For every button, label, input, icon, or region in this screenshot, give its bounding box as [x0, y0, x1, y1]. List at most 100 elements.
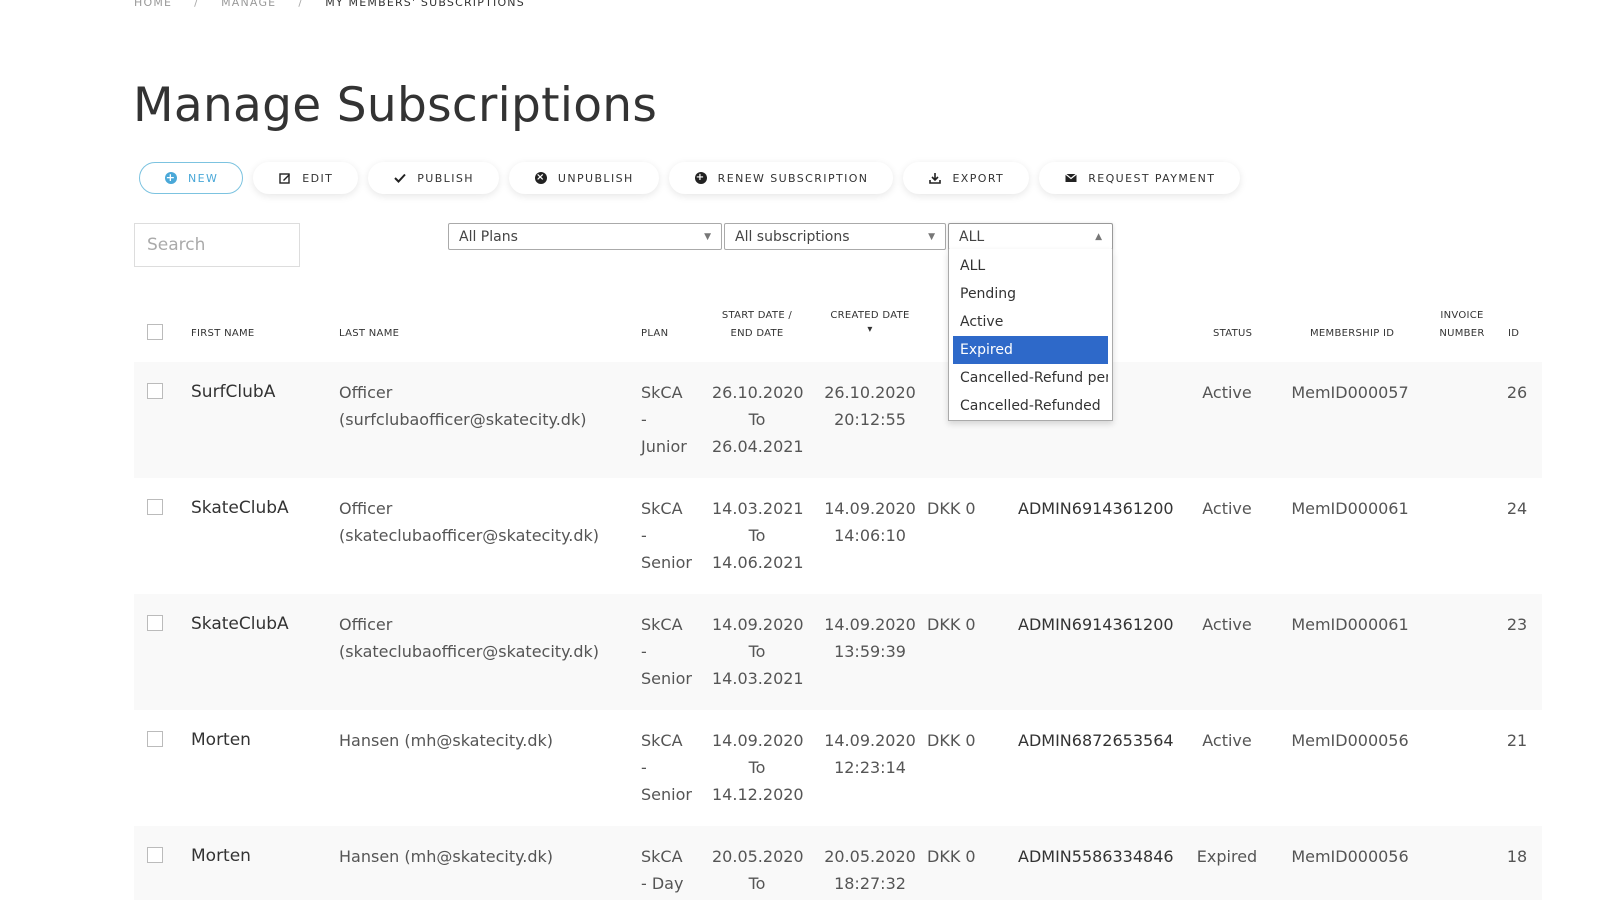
header-start-end-date[interactable]: START DATE / END DATE [712, 307, 802, 343]
header-last-name[interactable]: LAST NAME [339, 325, 399, 343]
date-range-cell: 20.05.2020 To [712, 843, 804, 897]
created-date: 14.09.2020 [824, 731, 916, 750]
status-option-cancelled-refund-pending[interactable]: Cancelled-Refund pending [953, 364, 1108, 392]
row-checkbox[interactable] [147, 847, 163, 863]
plan-line: SkCA [641, 615, 683, 634]
publish-button-label: PUBLISH [417, 171, 474, 185]
created-date-cell: 26.10.2020 20:12:55 [820, 379, 920, 433]
id-cell: 26 [1506, 383, 1528, 402]
id-cell: 23 [1506, 615, 1528, 634]
amount-cell: DKK 0 [927, 731, 976, 750]
status-dropdown-list: ALL Pending Active Expired Cancelled-Ref… [948, 249, 1113, 421]
plan-line: Junior [641, 437, 687, 456]
unpublish-button[interactable]: × UNPUBLISH [508, 162, 659, 194]
plan-line: SkCA [641, 499, 683, 518]
header-number-label: NUMBER [1439, 328, 1485, 339]
membership-id-cell: MemID000056 [1291, 731, 1409, 750]
new-button[interactable]: + NEW [139, 162, 244, 194]
first-name-cell: SkateClubA [191, 614, 289, 634]
last-name-text: Officer [339, 499, 393, 518]
status-filter-select[interactable]: ALL ▲ [948, 223, 1113, 250]
date-to-label: To [748, 874, 766, 893]
breadcrumb-manage[interactable]: MANAGE [221, 0, 276, 9]
id-cell: 24 [1506, 499, 1528, 518]
user-id-cell: ADMIN6914361200 [1018, 615, 1174, 634]
select-all-checkbox[interactable] [147, 324, 163, 340]
header-membership-id[interactable]: MEMBERSHIP ID [1310, 325, 1394, 343]
header-invoice-number[interactable]: INVOICE NUMBER [1432, 307, 1492, 343]
header-invoice-label: INVOICE [1440, 310, 1484, 321]
unpublish-button-label: UNPUBLISH [557, 171, 634, 185]
date-to-label: To [748, 642, 766, 661]
table-row[interactable]: SkateClubA Officer (skateclubaofficer@sk… [134, 478, 1542, 594]
request-payment-button[interactable]: REQUEST PAYMENT [1039, 162, 1241, 194]
status-option-cancelled-refunded[interactable]: Cancelled-Refunded [953, 392, 1108, 420]
row-checkbox[interactable] [147, 731, 163, 747]
download-icon [928, 171, 942, 185]
export-button[interactable]: EXPORT [903, 162, 1030, 194]
row-checkbox[interactable] [147, 499, 163, 515]
breadcrumb-current: MY MEMBERS' SUBSCRIPTIONS [325, 0, 525, 9]
subscriptions-filter-value: All subscriptions [735, 228, 850, 245]
start-date: 14.03.2021 [712, 499, 804, 518]
table-row[interactable]: SurfClubA Officer (surfclubaofficer@skat… [134, 362, 1542, 478]
last-name-text: Hansen (mh@skatecity.dk) [339, 731, 554, 750]
plan-line: Senior [641, 553, 692, 572]
row-checkbox[interactable] [147, 383, 163, 399]
edit-button-label: EDIT [302, 171, 334, 185]
user-id-cell: ADMIN6872653564 [1018, 731, 1174, 750]
status-option-all[interactable]: ALL [953, 252, 1108, 280]
header-created-date-label: CREATED DATE [830, 310, 910, 321]
last-name-text: Officer [339, 383, 393, 402]
plans-filter-select[interactable]: All Plans ▼ [448, 223, 722, 250]
start-date: 26.10.2020 [712, 383, 804, 402]
plans-filter-value: All Plans [459, 228, 518, 245]
renew-subscription-button[interactable]: + RENEW SUBSCRIPTION [668, 162, 894, 194]
date-range-cell: 26.10.2020 To 26.04.2021 [712, 379, 804, 460]
membership-id-cell: MemID000057 [1291, 383, 1409, 402]
status-option-pending[interactable]: Pending [953, 280, 1108, 308]
header-first-name[interactable]: FIRST NAME [191, 325, 255, 343]
status-option-active[interactable]: Active [953, 308, 1108, 336]
plan-line: SkCA [641, 731, 683, 750]
end-date: 14.12.2020 [712, 785, 804, 804]
plan-line: Senior [641, 669, 692, 688]
created-time: 20:12:55 [834, 410, 906, 429]
header-status[interactable]: STATUS [1213, 325, 1252, 343]
header-created-date[interactable]: CREATED DATE ▾ [820, 307, 920, 335]
subscriptions-filter-select[interactable]: All subscriptions ▼ [724, 223, 946, 250]
plan-line: - [641, 526, 647, 545]
date-range-cell: 14.09.2020 To 14.03.2021 [712, 611, 804, 692]
created-date: 26.10.2020 [824, 383, 916, 402]
search-input[interactable] [134, 223, 300, 267]
table-row[interactable]: SkateClubA Officer (skateclubaofficer@sk… [134, 594, 1542, 710]
id-cell: 18 [1506, 847, 1528, 866]
header-plan[interactable]: PLAN [641, 325, 668, 343]
edit-button[interactable]: EDIT [253, 162, 359, 194]
date-range-cell: 14.09.2020 To 14.12.2020 [712, 727, 804, 808]
row-checkbox[interactable] [147, 615, 163, 631]
publish-button[interactable]: PUBLISH [368, 162, 499, 194]
membership-id-cell: MemID000056 [1291, 847, 1409, 866]
edit-icon [278, 171, 292, 185]
export-button-label: EXPORT [952, 171, 1005, 185]
breadcrumb-separator: / [298, 0, 304, 9]
created-date: 14.09.2020 [824, 499, 916, 518]
header-id[interactable]: ID [1508, 325, 1519, 343]
created-date-cell: 20.05.2020 18:27:32 [820, 843, 920, 897]
table-row[interactable]: Morten Hansen (mh@skatecity.dk) SkCA - S… [134, 710, 1542, 826]
status-option-expired[interactable]: Expired [953, 336, 1108, 364]
plan-cell: SkCA - Senior [641, 727, 692, 808]
request-payment-button-label: REQUEST PAYMENT [1088, 171, 1216, 185]
last-name-cell: Officer (skateclubaofficer@skatecity.dk) [339, 495, 599, 549]
plan-line: - [641, 410, 647, 429]
breadcrumb-home[interactable]: HOME [134, 0, 172, 9]
status-cell: Active [1202, 499, 1252, 518]
created-time: 14:06:10 [834, 526, 906, 545]
first-name-cell: SurfClubA [191, 382, 276, 402]
last-name-cell: Hansen (mh@skatecity.dk) [339, 843, 553, 870]
table-row[interactable]: Morten Hansen (mh@skatecity.dk) SkCA - D… [134, 826, 1542, 900]
new-button-label: NEW [188, 171, 219, 185]
first-name-cell: SkateClubA [191, 498, 289, 518]
email-text: (surfclubaofficer@skatecity.dk) [339, 410, 587, 429]
